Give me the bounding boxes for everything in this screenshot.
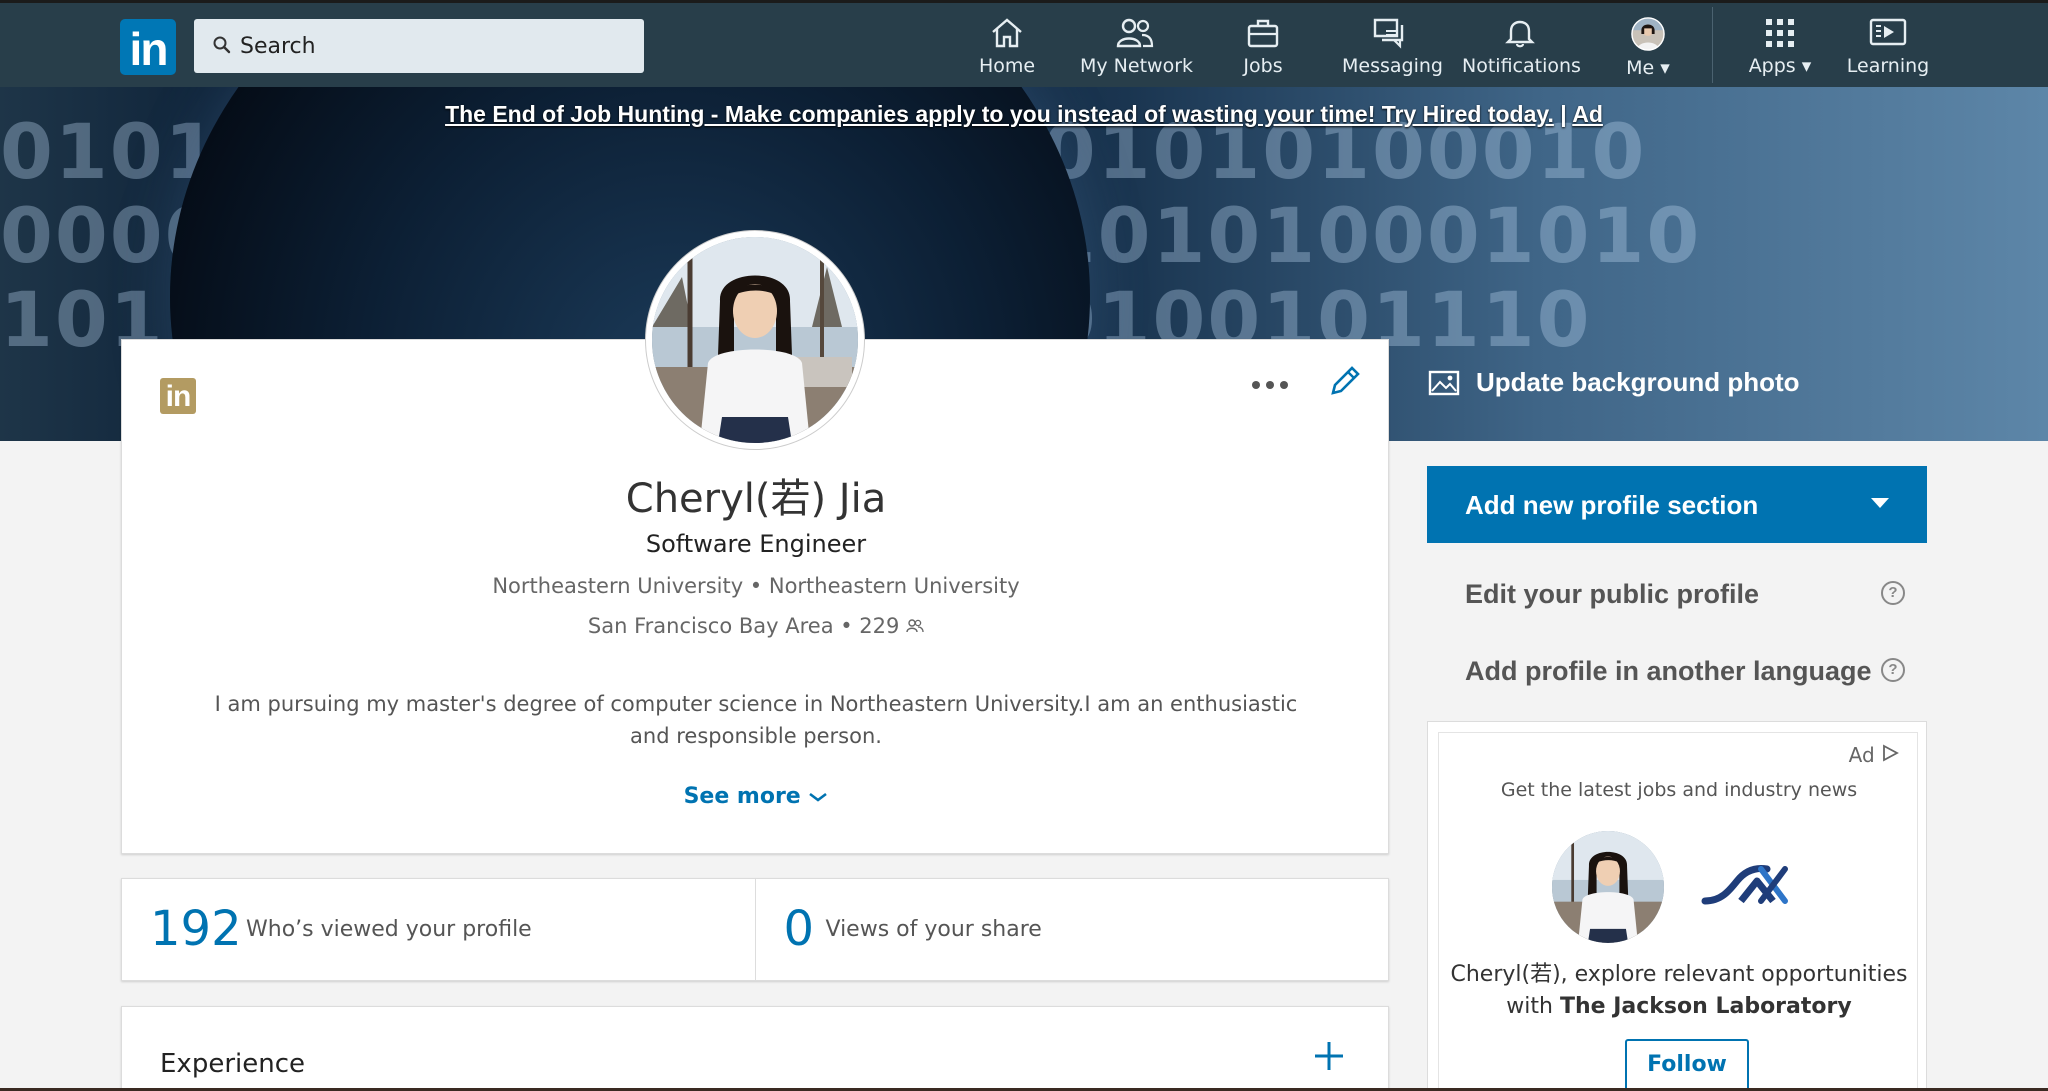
nav-jobs[interactable]: Jobs xyxy=(1230,17,1296,83)
help-icon[interactable]: ? xyxy=(1881,658,1905,682)
network-icon xyxy=(1116,18,1154,48)
add-new-profile-section-label: Add new profile section xyxy=(1465,490,1759,520)
profile-headline: Software Engineer xyxy=(645,530,867,558)
add-profile-language-label: Add profile in another language xyxy=(1465,656,1872,686)
jackson-laboratory-logo xyxy=(1701,865,1788,905)
nav-apps[interactable]: Apps ▾ xyxy=(1748,17,1812,83)
caret-down-icon xyxy=(1871,498,1889,508)
profile-education[interactable]: Northeastern University • Northeastern U… xyxy=(122,574,1390,598)
follow-button[interactable]: Follow xyxy=(1625,1039,1749,1088)
add-new-profile-section-button[interactable]: Add new profile section xyxy=(1427,466,1927,543)
nav-divider xyxy=(1712,7,1713,83)
connections-icon xyxy=(906,619,924,633)
profile-location-label: San Francisco Bay Area • 229 xyxy=(587,614,900,638)
add-profile-language-link[interactable]: Add profile in another language ? xyxy=(1465,656,1905,687)
sponsored-ad-card: Ad Get the latest jobs and industry news… xyxy=(1427,721,1927,1088)
nav-learning-label: Learning xyxy=(1846,55,1930,77)
banner-ad-label[interactable]: Ad xyxy=(1572,101,1603,127)
ad-message: Cheryl(若), explore relevant opportunitie… xyxy=(1439,959,1919,1023)
nav-apps-label: Apps ▾ xyxy=(1748,55,1812,77)
see-more-button[interactable]: See more xyxy=(122,784,1390,809)
edit-public-profile-label: Edit your public profile xyxy=(1465,579,1760,609)
top-nav-bar: in Home My Network Jobs Messaging Notifi… xyxy=(0,3,2048,87)
more-options-button[interactable] xyxy=(1252,376,1298,396)
linkedin-page: in Home My Network Jobs Messaging Notifi… xyxy=(0,0,2048,1088)
profile-views-label: Who’s viewed your profile xyxy=(246,917,532,942)
grid-icon xyxy=(1766,19,1794,47)
profile-stats-card: 192 Who’s viewed your profile 0 Views of… xyxy=(121,878,1389,981)
share-views-label: Views of your share xyxy=(825,917,1042,942)
learning-icon xyxy=(1869,18,1907,46)
premium-badge: in xyxy=(160,378,196,414)
ad-choices-label: Ad xyxy=(1848,743,1875,767)
nav-my-network-label: My Network xyxy=(1080,55,1194,77)
linkedin-logo[interactable]: in xyxy=(120,19,176,75)
banner-ad-separator: | xyxy=(1553,101,1573,127)
search-box[interactable] xyxy=(194,19,644,73)
profile-photo-image xyxy=(652,237,858,443)
edit-pencil-icon[interactable] xyxy=(1328,364,1362,398)
nav-my-network[interactable]: My Network xyxy=(1080,17,1194,83)
nav-notifications-label: Notifications xyxy=(1462,55,1581,77)
nav-learning[interactable]: Learning xyxy=(1846,17,1930,83)
ad-member-photo xyxy=(1552,831,1664,943)
profile-views-count: 192 xyxy=(150,901,242,957)
nav-me-label: Me ▾ xyxy=(1626,57,1670,79)
profile-photo[interactable] xyxy=(646,231,864,449)
profile-location-connections[interactable]: San Francisco Bay Area • 229 xyxy=(122,614,1390,638)
briefcase-icon xyxy=(1247,19,1279,48)
chevron-down-icon xyxy=(809,792,828,802)
nav-home-label: Home xyxy=(978,55,1036,77)
profile-name: Cheryl(若) Jia xyxy=(625,476,887,522)
update-background-photo-button[interactable]: Update background photo xyxy=(1428,367,1800,398)
bell-icon xyxy=(1505,20,1535,48)
nav-notifications[interactable]: Notifications xyxy=(1462,17,1581,83)
avatar xyxy=(1631,17,1665,51)
see-more-label: See more xyxy=(683,784,801,809)
experience-section: Experience xyxy=(121,1006,1389,1088)
nav-home[interactable]: Home xyxy=(972,17,1042,83)
ad-tagline: Get the latest jobs and industry news xyxy=(1500,779,1858,801)
banner-ad: The End of Job Hunting - Make companies … xyxy=(0,101,2048,128)
search-input[interactable] xyxy=(240,19,630,73)
update-background-photo-label: Update background photo xyxy=(1476,367,1800,397)
messaging-icon xyxy=(1373,18,1404,49)
home-icon xyxy=(992,18,1022,48)
plus-icon[interactable] xyxy=(1312,1039,1346,1073)
ad-choices-icon xyxy=(1883,744,1899,762)
nav-messaging[interactable]: Messaging xyxy=(1342,17,1443,83)
ad-member-avatar xyxy=(1552,831,1664,943)
image-icon xyxy=(1428,370,1460,395)
banner-ad-link[interactable]: The End of Job Hunting - Make companies … xyxy=(445,101,1554,127)
help-icon[interactable]: ? xyxy=(1881,581,1905,605)
search-icon xyxy=(213,36,231,54)
ad-content: Ad Get the latest jobs and industry news… xyxy=(1438,732,1918,1088)
share-views-count: 0 xyxy=(783,901,815,957)
nav-messaging-label: Messaging xyxy=(1342,55,1443,77)
experience-title: Experience xyxy=(160,1049,305,1079)
edit-public-profile-link[interactable]: Edit your public profile ? xyxy=(1465,579,1905,610)
nav-jobs-label: Jobs xyxy=(1243,55,1283,77)
profile-views-stat[interactable]: 192 Who’s viewed your profile xyxy=(122,879,755,980)
ad-company-name[interactable]: The Jackson Laboratory xyxy=(1560,994,1852,1019)
ad-choices[interactable]: Ad xyxy=(1849,743,1899,767)
share-views-stat[interactable]: 0 Views of your share xyxy=(754,879,1389,980)
nav-me[interactable]: Me ▾ xyxy=(1620,17,1676,83)
profile-summary: I am pursuing my master's degree of comp… xyxy=(214,692,1298,748)
